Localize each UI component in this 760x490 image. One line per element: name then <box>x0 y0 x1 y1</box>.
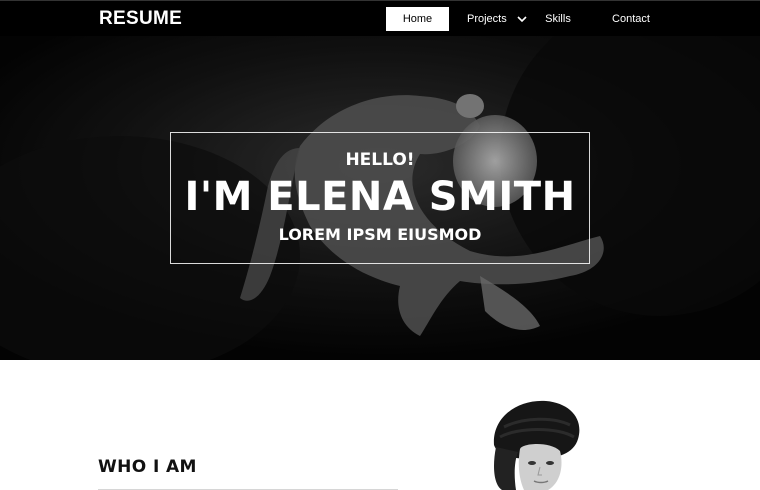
chevron-down-icon <box>517 15 527 23</box>
hero-name: I'M ELENA SMITH <box>184 174 576 220</box>
about-text-partial <box>98 489 398 490</box>
nav-item-skills[interactable]: Skills <box>533 7 583 31</box>
nav-menu: Home Projects Skills Contact <box>386 7 671 31</box>
navbar: RESUME Home Projects Skills Contact <box>0 0 760 36</box>
about-section: WHO I AM <box>0 360 760 490</box>
nav-item-contact[interactable]: Contact <box>591 7 671 31</box>
about-heading: WHO I AM <box>98 457 197 477</box>
hero-greeting: HELLO! <box>345 150 415 170</box>
hero-section: HELLO! I'M ELENA SMITH LOREM IPSM EIUSMO… <box>0 36 760 360</box>
nav-item-projects-label: Projects <box>467 13 507 25</box>
nav-item-projects[interactable]: Projects <box>449 7 531 31</box>
nav-item-home[interactable]: Home <box>386 7 449 31</box>
brand-logo[interactable]: RESUME <box>99 8 182 30</box>
portrait-photo <box>488 397 584 490</box>
hero-subtitle: LOREM IPSM EIUSMOD <box>278 225 482 244</box>
hero-title-box: HELLO! I'M ELENA SMITH LOREM IPSM EIUSMO… <box>170 132 590 264</box>
